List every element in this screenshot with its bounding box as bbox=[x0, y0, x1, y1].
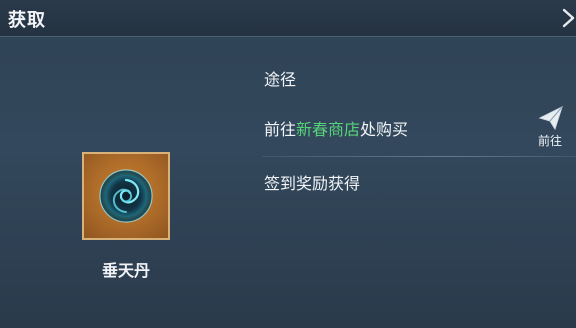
sources-header: 途径 bbox=[264, 70, 297, 89]
route-text: 签到奖励获得 bbox=[264, 170, 360, 194]
route-divider bbox=[262, 156, 576, 157]
route-prefix: 签到奖励获得 bbox=[264, 174, 361, 193]
title-bar: 获取 bbox=[0, 0, 576, 37]
route-prefix: 前往 bbox=[264, 120, 297, 139]
acquire-dialog: 获取 垂天丹 途径 前往新春商店处购买 前往 签到奖励获得 bbox=[0, 0, 576, 328]
close-x-icon bbox=[562, 8, 575, 28]
item-slot[interactable] bbox=[82, 152, 170, 240]
dialog-title: 获取 bbox=[8, 10, 46, 31]
route-suffix: 处购买 bbox=[360, 120, 409, 139]
item-name: 垂天丹 bbox=[101, 261, 150, 280]
route-row-checkin-reward[interactable]: 签到奖励获得 bbox=[262, 162, 576, 202]
route-text: 前往新春商店处购买 bbox=[264, 116, 408, 140]
swirl-orb-icon bbox=[99, 169, 153, 223]
close-button[interactable] bbox=[554, 4, 576, 30]
shop-name-highlight: 新春商店 bbox=[296, 120, 361, 139]
paper-plane-icon bbox=[538, 106, 563, 131]
go-button[interactable]: 前往 bbox=[528, 102, 572, 152]
go-button-label: 前往 bbox=[537, 134, 562, 148]
